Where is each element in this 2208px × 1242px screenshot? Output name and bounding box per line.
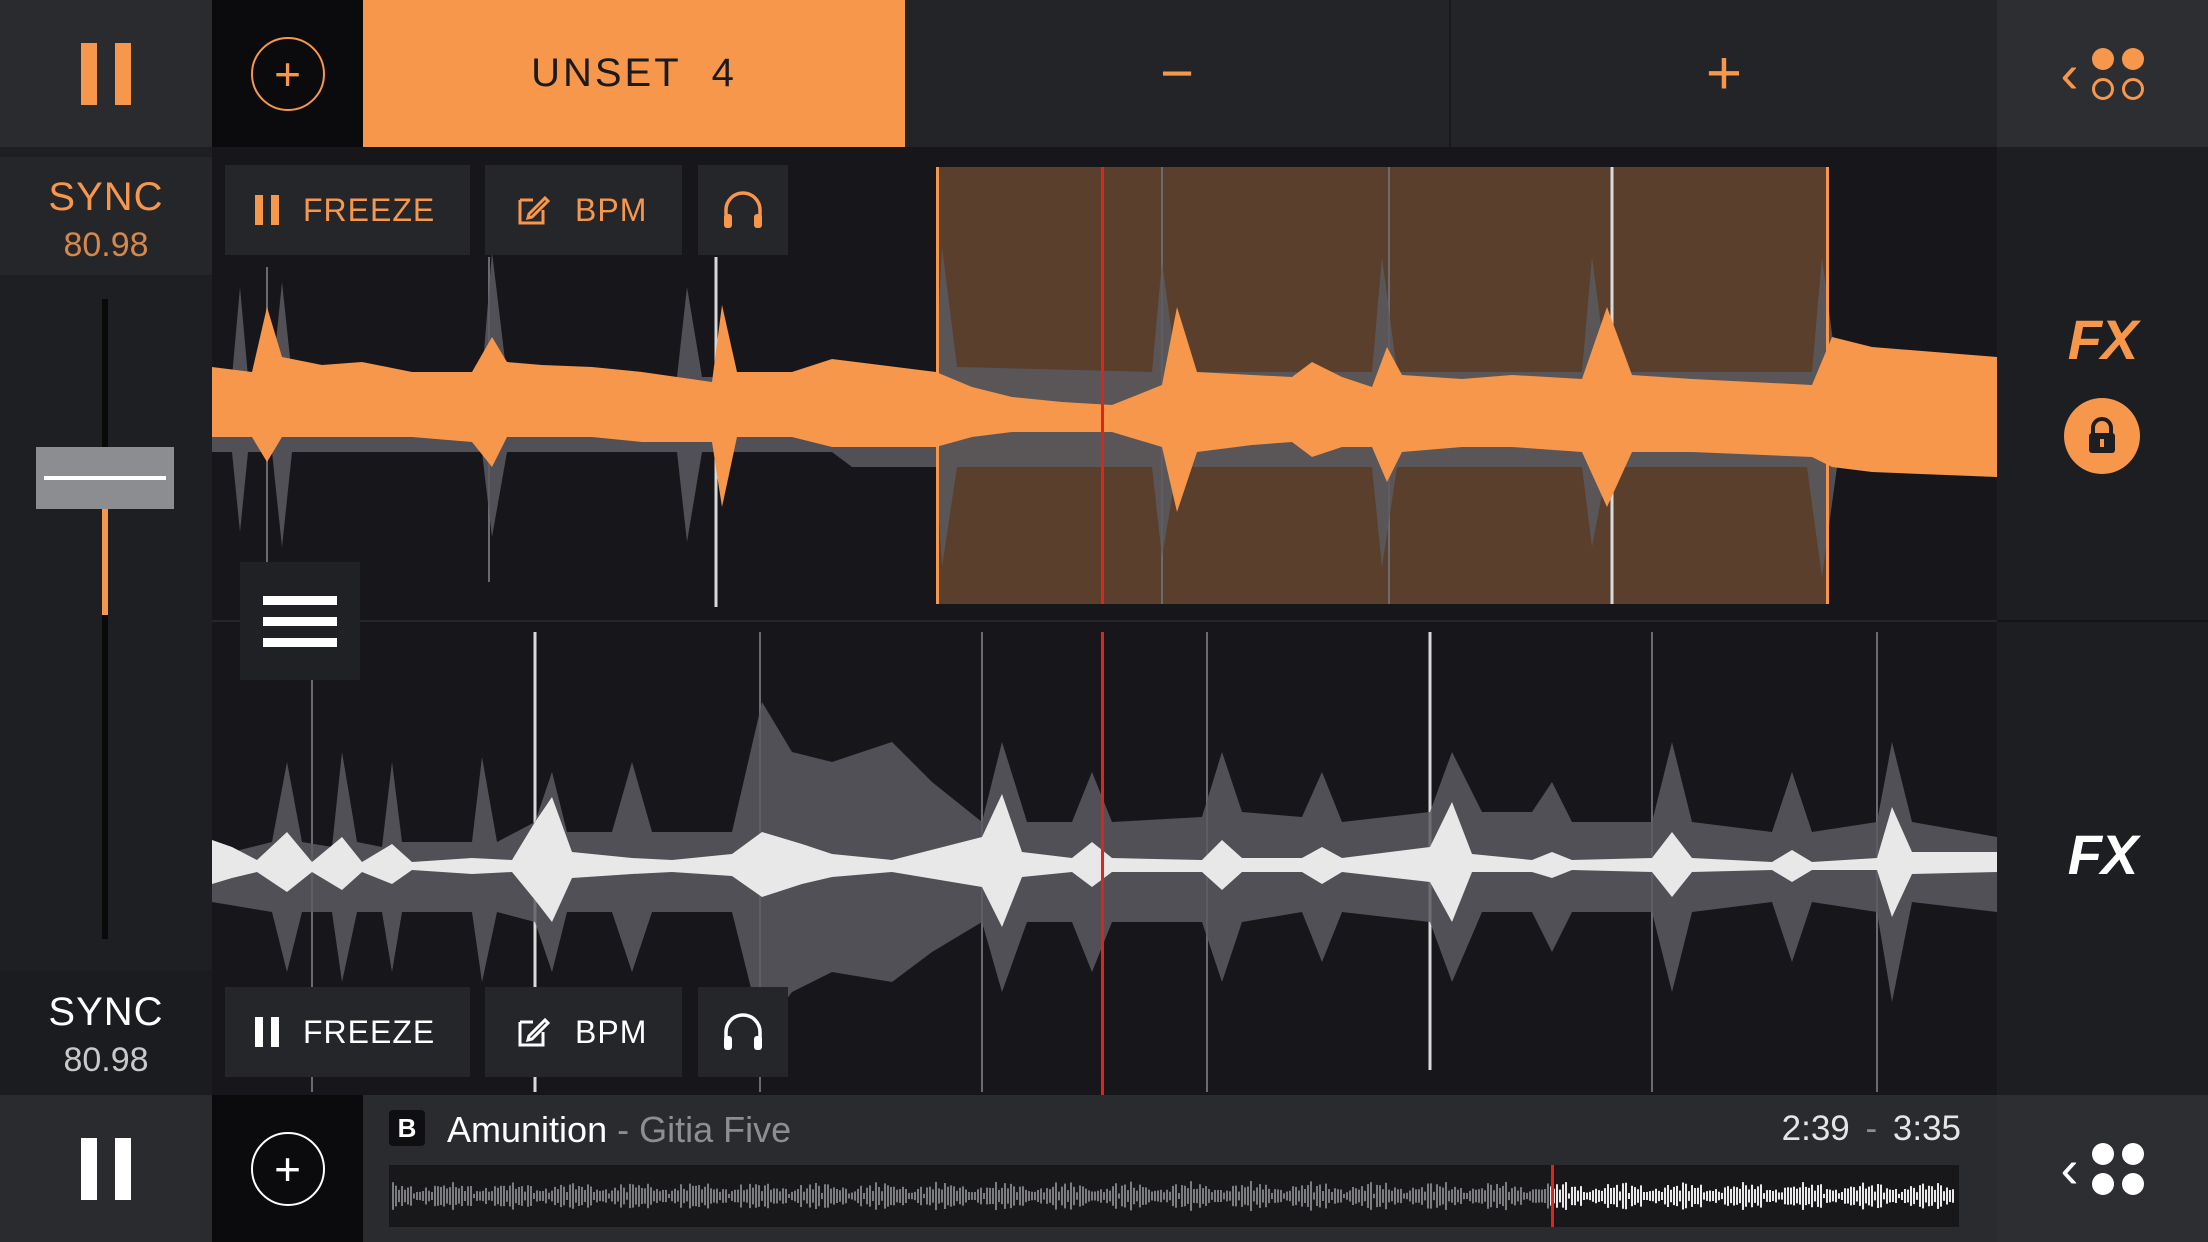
deck-a-cue-button[interactable] bbox=[698, 165, 788, 255]
deck-a-playhead bbox=[1101, 167, 1104, 604]
overview-waveform-graphic bbox=[392, 1165, 1954, 1227]
deck-b-play-pause-button[interactable] bbox=[0, 1095, 212, 1242]
deck-a-lock-button[interactable] bbox=[2064, 398, 2140, 474]
deck-b-sync-label: SYNC bbox=[48, 990, 164, 1034]
deck-a-fx-panel: FX bbox=[1997, 147, 2208, 620]
deck-a-bpm-value: 80.98 bbox=[63, 226, 149, 264]
pause-icon bbox=[255, 1017, 279, 1047]
deck-b-bpm-value: 80.98 bbox=[63, 1041, 149, 1079]
deck-b-add-track-button[interactable]: + bbox=[212, 1095, 363, 1242]
remaining-time: 3:35 bbox=[1892, 1109, 1961, 1148]
edit-icon bbox=[518, 1017, 551, 1047]
track-artist: Gitia Five bbox=[639, 1109, 792, 1150]
deck-grid-icon: ‹ bbox=[2061, 47, 2145, 101]
deck-letter-badge: B bbox=[389, 1110, 425, 1146]
deck-b-bpm-button-label: BPM bbox=[575, 1013, 648, 1050]
track-separator: - bbox=[617, 1109, 630, 1150]
overview-playhead bbox=[1551, 1165, 1554, 1227]
deck-b-fx-panel: FX bbox=[1997, 622, 2208, 1095]
crossfader-handle[interactable] bbox=[36, 447, 174, 509]
deck-b-sync-button[interactable]: SYNC 80.98 bbox=[0, 970, 212, 1095]
deck-b-freeze-label: FREEZE bbox=[303, 1013, 436, 1050]
track-time: 2:39 - 3:35 bbox=[1782, 1109, 1961, 1149]
deck-a-freeze-button[interactable]: FREEZE bbox=[225, 165, 470, 255]
deck-a-view-switch-button[interactable]: ‹ bbox=[1997, 0, 2208, 147]
deck-b-view-switch-button[interactable]: ‹ bbox=[1997, 1095, 2208, 1242]
minus-icon: − bbox=[1160, 41, 1194, 106]
loop-size-label: UNSET bbox=[531, 51, 682, 95]
loop-out-marker bbox=[1826, 167, 1829, 604]
pause-icon bbox=[81, 1137, 131, 1200]
deck-a-waveform-graphic bbox=[212, 167, 1997, 607]
now-playing-panel: B Amunition - Gitia Five 2:39 - 3:35 bbox=[363, 1095, 1997, 1242]
loop-size-value: 4 bbox=[711, 51, 737, 95]
track-info: Amunition - Gitia Five bbox=[447, 1109, 791, 1151]
deck-a-bpm-edit-button[interactable]: BPM bbox=[485, 165, 682, 255]
hamburger-icon bbox=[263, 595, 337, 605]
deck-a-bpm-button-label: BPM bbox=[575, 191, 648, 228]
deck-b-waveform[interactable]: FREEZE BPM bbox=[212, 622, 1997, 1095]
crossfader-fill bbox=[102, 507, 108, 615]
deck-b-playhead bbox=[1101, 632, 1104, 1095]
loop-halve-button[interactable]: − bbox=[905, 0, 1451, 147]
elapsed-time: 2:39 bbox=[1781, 1109, 1850, 1148]
deck-a-freeze-label: FREEZE bbox=[303, 191, 436, 228]
track-overview-waveform[interactable] bbox=[389, 1165, 1959, 1227]
pause-icon bbox=[81, 42, 131, 105]
deck-a-play-pause-button[interactable] bbox=[0, 0, 212, 147]
deck-a-add-track-button[interactable]: + bbox=[212, 0, 363, 147]
headphones-icon bbox=[724, 191, 762, 228]
deck-a-waveform[interactable]: FREEZE BPM bbox=[212, 147, 1997, 620]
menu-button[interactable] bbox=[240, 562, 360, 680]
deck-b-bpm-edit-button[interactable]: BPM bbox=[485, 987, 682, 1077]
deck-b-cue-button[interactable] bbox=[698, 987, 788, 1077]
overview-remaining bbox=[1550, 1182, 1954, 1210]
lock-icon bbox=[2089, 417, 2115, 453]
loop-size-button[interactable]: UNSET 4 bbox=[363, 0, 905, 147]
loop-double-button[interactable]: + bbox=[1451, 0, 1997, 147]
deck-b-freeze-button[interactable]: FREEZE bbox=[225, 987, 470, 1077]
plus-circle-icon: + bbox=[250, 36, 325, 111]
edit-icon bbox=[518, 195, 551, 225]
deck-a-sync-label: SYNC bbox=[48, 175, 164, 219]
plus-circle-icon: + bbox=[250, 1131, 325, 1206]
track-title: Amunition bbox=[447, 1109, 608, 1150]
deck-a-fx-button[interactable]: FX bbox=[1997, 307, 2208, 372]
loop-in-marker bbox=[936, 167, 939, 604]
overview-played bbox=[392, 1181, 1549, 1211]
time-separator: - bbox=[1865, 1109, 1878, 1148]
plus-icon: + bbox=[1705, 39, 1743, 108]
deck-grid-icon: ‹ bbox=[2061, 1142, 2145, 1196]
crossfader-panel: SYNC 80.98 SYNC 80.98 bbox=[0, 147, 212, 1095]
pause-icon bbox=[255, 195, 279, 225]
crossfader-track[interactable] bbox=[102, 299, 108, 939]
headphones-icon bbox=[724, 1013, 762, 1050]
deck-b-fx-button[interactable]: FX bbox=[1997, 822, 2208, 887]
deck-b-waveform-graphic bbox=[212, 632, 1997, 1095]
deck-a-sync-button[interactable]: SYNC 80.98 bbox=[0, 157, 212, 275]
